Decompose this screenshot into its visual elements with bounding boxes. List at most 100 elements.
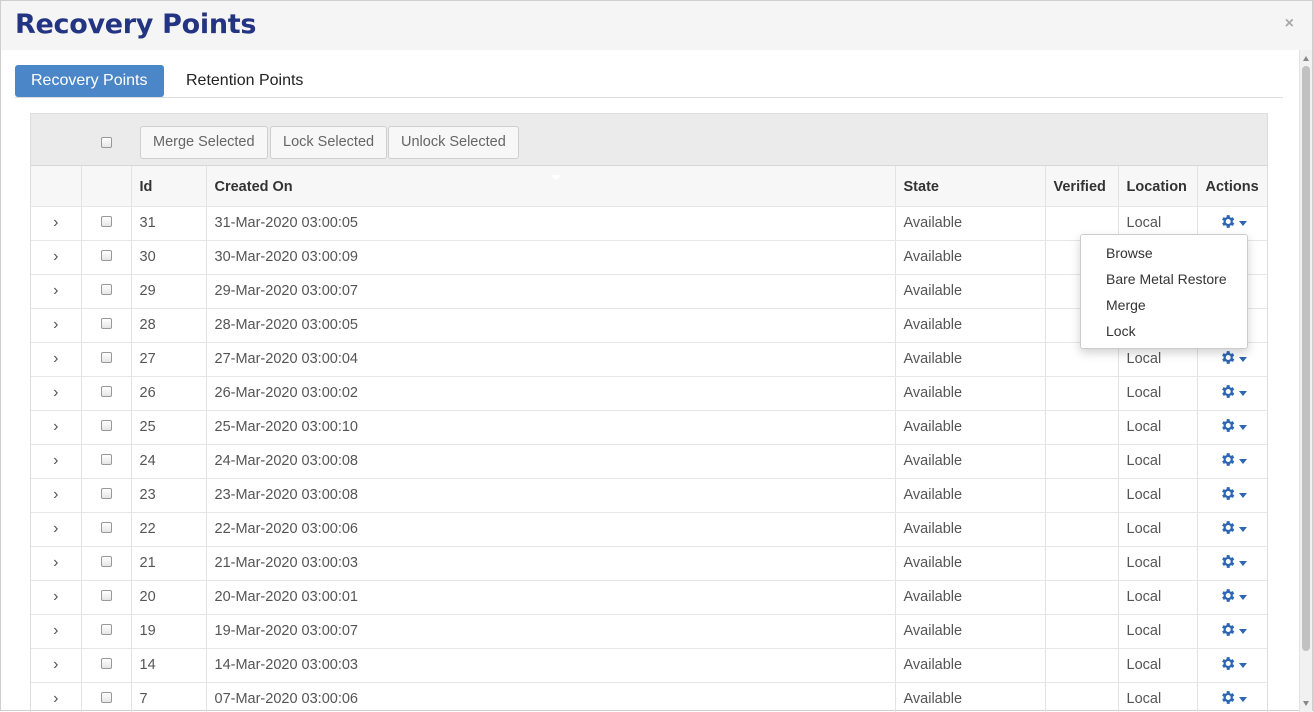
- vertical-scrollbar[interactable]: [1299, 50, 1312, 712]
- column-header-id[interactable]: Id: [131, 166, 207, 207]
- row-checkbox[interactable]: [100, 216, 112, 227]
- cell-actions: [1197, 376, 1267, 411]
- row-actions-button[interactable]: [1219, 689, 1247, 710]
- table-row[interactable]: › 20 20-Mar-2020 03:00:01 Available Local: [31, 580, 1267, 615]
- unlock-selected-button[interactable]: Unlock Selected: [388, 126, 519, 159]
- row-checkbox[interactable]: [100, 420, 112, 431]
- cell-verified: [1045, 512, 1119, 547]
- table-row[interactable]: › 26 26-Mar-2020 03:00:02 Available Local: [31, 376, 1267, 411]
- row-actions-button[interactable]: [1219, 485, 1247, 506]
- cell-id: 21: [131, 546, 207, 581]
- row-checkbox-cell: [81, 478, 132, 513]
- caret-down-icon: [1238, 356, 1247, 362]
- table-row[interactable]: › 25 25-Mar-2020 03:00:10 Available Local: [31, 410, 1267, 445]
- chevron-right-icon[interactable]: ›: [31, 376, 82, 411]
- chevron-right-icon[interactable]: ›: [31, 206, 82, 241]
- row-actions-button[interactable]: [1219, 553, 1247, 574]
- scroll-down-icon[interactable]: [1303, 701, 1309, 706]
- cell-state: Available: [895, 546, 1046, 581]
- row-actions-button[interactable]: [1219, 451, 1247, 472]
- chevron-right-icon[interactable]: ›: [31, 342, 82, 377]
- row-actions-button[interactable]: [1219, 417, 1247, 438]
- table-row[interactable]: › 22 22-Mar-2020 03:00:06 Available Local: [31, 512, 1267, 547]
- menu-item-merge[interactable]: Merge: [1081, 292, 1247, 318]
- chevron-right-icon[interactable]: ›: [31, 580, 82, 615]
- row-checkbox[interactable]: [100, 692, 112, 703]
- cell-state: Available: [895, 648, 1046, 683]
- recovery-points-dialog: Recovery Points × Recovery Points Retent…: [0, 0, 1313, 712]
- row-actions-button[interactable]: [1219, 621, 1247, 642]
- cell-location: Local: [1118, 478, 1198, 513]
- column-header-location[interactable]: Location: [1118, 166, 1198, 207]
- gear-icon: [1219, 689, 1236, 710]
- caret-down-icon: [1238, 492, 1247, 498]
- chevron-right-icon[interactable]: ›: [31, 240, 82, 275]
- scrollbar-thumb[interactable]: [1302, 66, 1310, 651]
- table-row[interactable]: › 7 07-Mar-2020 03:00:06 Available Local: [31, 682, 1267, 712]
- row-checkbox-cell: [81, 308, 132, 343]
- cell-verified: [1045, 410, 1119, 445]
- cell-state: Available: [895, 206, 1046, 241]
- menu-item-lock[interactable]: Lock: [1081, 318, 1247, 344]
- cell-id: 7: [131, 682, 207, 712]
- row-checkbox[interactable]: [100, 590, 112, 601]
- row-checkbox[interactable]: [100, 352, 112, 363]
- gear-icon: [1219, 451, 1236, 472]
- column-header-verified[interactable]: Verified: [1045, 166, 1119, 207]
- caret-down-icon: [1238, 526, 1247, 532]
- row-actions-button[interactable]: [1219, 213, 1247, 234]
- chevron-right-icon[interactable]: ›: [31, 648, 82, 683]
- chevron-right-icon[interactable]: ›: [31, 478, 82, 513]
- row-actions-button[interactable]: [1219, 587, 1247, 608]
- cell-actions: [1197, 682, 1267, 712]
- row-checkbox[interactable]: [100, 454, 112, 465]
- row-checkbox-cell: [81, 648, 132, 683]
- table-row[interactable]: › 14 14-Mar-2020 03:00:03 Available Local: [31, 648, 1267, 683]
- gear-icon: [1219, 349, 1236, 370]
- chevron-right-icon[interactable]: ›: [31, 274, 82, 309]
- table-row[interactable]: › 21 21-Mar-2020 03:00:03 Available Local: [31, 546, 1267, 581]
- row-checkbox-cell: [81, 274, 132, 309]
- row-actions-button[interactable]: [1219, 349, 1247, 370]
- row-checkbox-cell: [81, 342, 132, 377]
- chevron-right-icon[interactable]: ›: [31, 308, 82, 343]
- lock-selected-button[interactable]: Lock Selected: [270, 126, 388, 159]
- row-checkbox[interactable]: [100, 658, 112, 669]
- row-checkbox[interactable]: [100, 250, 112, 261]
- column-header-state[interactable]: State: [895, 166, 1046, 207]
- chevron-right-icon[interactable]: ›: [31, 546, 82, 581]
- row-actions-button[interactable]: [1219, 519, 1247, 540]
- row-checkbox[interactable]: [100, 556, 112, 567]
- chevron-right-icon[interactable]: ›: [31, 410, 82, 445]
- row-checkbox[interactable]: [100, 522, 112, 533]
- chevron-right-icon[interactable]: ›: [31, 614, 82, 649]
- table-row[interactable]: › 19 19-Mar-2020 03:00:07 Available Local: [31, 614, 1267, 649]
- row-checkbox[interactable]: [100, 284, 112, 295]
- row-actions-button[interactable]: [1219, 655, 1247, 676]
- cell-id: 24: [131, 444, 207, 479]
- row-checkbox[interactable]: [100, 624, 112, 635]
- chevron-right-icon[interactable]: ›: [31, 444, 82, 479]
- scroll-up-icon[interactable]: [1303, 56, 1309, 61]
- menu-item-bare-metal-restore[interactable]: Bare Metal Restore: [1081, 266, 1247, 292]
- menu-item-browse[interactable]: Browse: [1081, 240, 1247, 266]
- gear-icon: [1219, 621, 1236, 642]
- cell-location: Local: [1118, 410, 1198, 445]
- chevron-right-icon[interactable]: ›: [31, 682, 82, 712]
- row-actions-button[interactable]: [1219, 383, 1247, 404]
- table-row[interactable]: › 24 24-Mar-2020 03:00:08 Available Local: [31, 444, 1267, 479]
- merge-selected-button[interactable]: Merge Selected: [140, 126, 268, 159]
- select-all-checkbox[interactable]: [101, 137, 112, 148]
- table-row[interactable]: › 23 23-Mar-2020 03:00:08 Available Local: [31, 478, 1267, 513]
- cell-verified: [1045, 648, 1119, 683]
- tab-retention-points[interactable]: Retention Points: [170, 65, 319, 97]
- cell-created-on: 21-Mar-2020 03:00:03: [206, 546, 896, 581]
- tab-recovery-points[interactable]: Recovery Points: [15, 65, 164, 97]
- column-header-created-on[interactable]: Created On: [206, 166, 896, 207]
- chevron-right-icon[interactable]: ›: [31, 512, 82, 547]
- close-icon[interactable]: ×: [1285, 15, 1294, 33]
- row-checkbox[interactable]: [100, 318, 112, 329]
- row-checkbox[interactable]: [100, 488, 112, 499]
- caret-down-icon: [1238, 662, 1247, 668]
- row-checkbox[interactable]: [100, 386, 112, 397]
